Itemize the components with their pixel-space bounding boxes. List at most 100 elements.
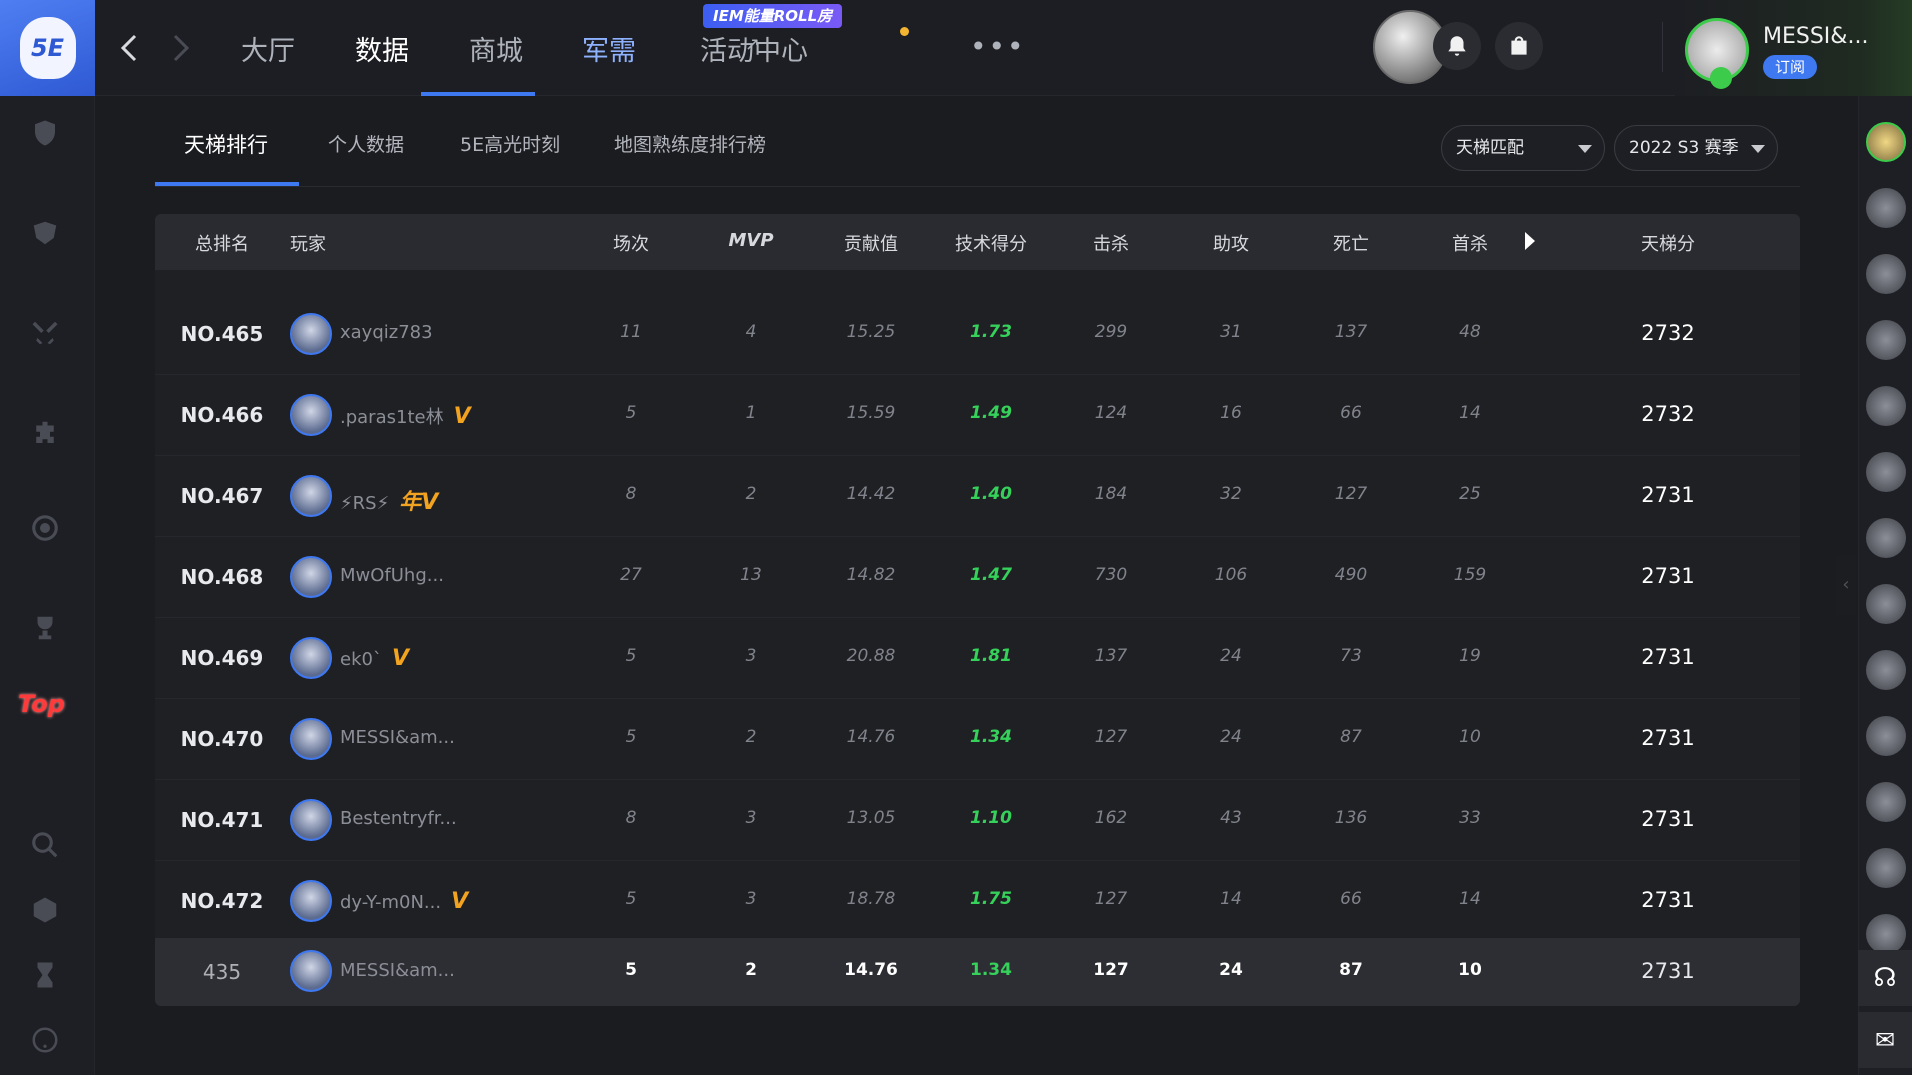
player-avatar[interactable] <box>290 313 332 355</box>
self-row[interactable]: 435 MESSI&am... 5 2 14.76 1.34 127 24 87 10 2731 <box>155 938 1800 1006</box>
mode-dropdown[interactable]: 天梯匹配 <box>1441 125 1605 171</box>
table-row[interactable]: NO.466 .paras1te林 V 5 1 15.59 1.49 124 16 66 14 273… <box>155 375 1800 456</box>
nav-supplies[interactable]: 军需 <box>582 29 636 68</box>
header-tech-score[interactable]: 技术得分 <box>955 230 1027 256</box>
player-name-cell[interactable]: ⚡RS⚡ 年V <box>340 484 438 516</box>
logo-mark: 5E <box>19 17 76 79</box>
friend-avatar[interactable] <box>1866 914 1906 954</box>
matches-cell: 5 <box>625 403 637 423</box>
chat-icon[interactable]: ✉ <box>1858 1012 1912 1068</box>
table-row[interactable]: NO.470 MESSI&am... 5 2 14.76 1.34 127 24 87 10 273… <box>155 699 1800 780</box>
subscribe-button[interactable]: 订阅 <box>1763 55 1818 79</box>
bell-icon[interactable] <box>1433 22 1481 70</box>
friend-avatar[interactable] <box>1866 650 1906 690</box>
rank-cell: 435 <box>202 960 242 984</box>
player-avatar[interactable] <box>290 799 332 841</box>
nav-shop[interactable]: 商城 <box>469 29 523 68</box>
tab-highlights[interactable]: 5E高光时刻 <box>460 130 560 157</box>
table-row[interactable]: NO.467 ⚡RS⚡ 年V 8 2 14.42 1.40 184 32 127 25 2731 <box>155 456 1800 537</box>
player-avatar[interactable] <box>290 475 332 517</box>
user-avatar[interactable] <box>1685 18 1749 89</box>
contribution-cell: 15.59 <box>846 403 896 423</box>
user-profile-area[interactable]: MESSI&... 订阅 — ✕ <box>1675 0 1912 96</box>
table-row[interactable]: NO.468 MwOfUhg... 27 13 14.82 1.47 730 106 490 15… <box>155 537 1800 618</box>
player-avatar[interactable] <box>290 556 332 598</box>
player-avatar[interactable] <box>290 394 332 436</box>
collapse-sidebar-icon[interactable]: ‹ <box>1836 555 1856 615</box>
player-name-cell[interactable]: xayqiz783 <box>340 322 433 343</box>
player-name: dy-Y-m0N... <box>340 892 442 913</box>
bag-icon[interactable] <box>1495 22 1543 70</box>
first_kills-cell: 14 <box>1459 889 1481 909</box>
tab-map-ranking[interactable]: 地图熟练度排行榜 <box>614 130 766 157</box>
help-icon[interactable] <box>22 1017 68 1063</box>
promo-badge[interactable]: IEM能量ROLL房 <box>703 4 843 28</box>
friend-avatar[interactable] <box>1866 452 1906 492</box>
tab-personal-data[interactable]: 个人数据 <box>328 130 404 157</box>
header-deaths[interactable]: 死亡 <box>1333 230 1369 256</box>
shield-icon[interactable] <box>22 110 68 156</box>
contribution-cell: 14.76 <box>846 727 896 747</box>
mvp-cell: 2 <box>745 727 757 747</box>
player-name-cell[interactable]: MwOfUhg... <box>340 565 444 586</box>
table-row[interactable]: NO.472 dy-Y-m0N... V 5 3 18.78 1.75 127 14 66 14 27… <box>155 861 1800 942</box>
friend-avatar[interactable] <box>1866 386 1906 426</box>
friend-avatar[interactable] <box>1866 254 1906 294</box>
player-name-cell[interactable]: Bestentryfr... <box>340 808 457 829</box>
trophy-icon[interactable] <box>22 605 68 651</box>
player-avatar[interactable] <box>290 637 332 679</box>
friend-avatar[interactable] <box>1866 122 1906 162</box>
season-dropdown[interactable]: 2022 S3 赛季 <box>1614 125 1778 171</box>
puzzle-icon[interactable] <box>22 410 68 456</box>
top-ranking-logo[interactable]: Top <box>18 690 74 720</box>
player-name: MESSI&am... <box>340 960 455 981</box>
target-icon[interactable] <box>22 505 68 551</box>
app-logo[interactable]: 5E <box>0 0 95 96</box>
header-kills[interactable]: 击杀 <box>1093 230 1129 256</box>
header-ladder-score[interactable]: 天梯分 <box>1641 230 1695 256</box>
nav-data[interactable]: 数据 <box>355 29 409 68</box>
tab-ladder-ranking[interactable]: 天梯排行 <box>184 129 268 159</box>
player-name-cell[interactable]: MESSI&am... <box>340 960 455 981</box>
headset-icon[interactable]: ☊ <box>1858 950 1912 1006</box>
friend-avatar[interactable] <box>1866 716 1906 756</box>
score-cell: 2731 <box>1641 645 1695 669</box>
player-name-cell[interactable]: MESSI&am... <box>340 727 455 748</box>
cube-icon[interactable] <box>22 887 68 933</box>
forward-arrow-icon[interactable] <box>165 30 195 66</box>
matches-cell: 5 <box>625 960 637 980</box>
nav-active-indicator <box>421 92 535 96</box>
player-avatar[interactable] <box>290 950 332 992</box>
team-icon[interactable] <box>22 210 68 256</box>
table-row[interactable]: NO.469 ek0` V 5 3 20.88 1.81 137 24 73 19 2731 <box>155 618 1800 699</box>
hourglass-icon[interactable] <box>22 952 68 998</box>
player-avatar[interactable] <box>290 880 332 922</box>
player-name-cell[interactable]: ek0` V <box>340 646 409 671</box>
table-row[interactable]: NO.471 Bestentryfr... 8 3 13.05 1.10 162 43 136 3… <box>155 780 1800 861</box>
friend-avatar[interactable] <box>1866 782 1906 822</box>
header-mvp[interactable]: MVP <box>728 230 773 251</box>
header-assists[interactable]: 助攻 <box>1213 230 1249 256</box>
search-icon[interactable] <box>22 822 68 868</box>
more-menu-button[interactable]: ••• <box>970 30 1026 63</box>
friend-avatar[interactable] <box>1866 320 1906 360</box>
nav-events[interactable]: 活动中心 <box>700 29 808 68</box>
swords-icon[interactable] <box>22 310 68 356</box>
friend-avatar[interactable] <box>1866 848 1906 888</box>
friend-avatar[interactable] <box>1866 584 1906 624</box>
header-first-kills[interactable]: 首杀 <box>1452 230 1488 256</box>
header-contribution[interactable]: 贡献值 <box>844 230 898 256</box>
mvp-cell: 2 <box>745 960 757 980</box>
back-arrow-icon[interactable] <box>115 30 145 66</box>
nav-lobby[interactable]: 大厅 <box>241 29 295 68</box>
friend-avatar[interactable] <box>1866 188 1906 228</box>
rank-cell: NO.465 <box>180 322 264 346</box>
table-row[interactable]: NO.465 xayqiz783 11 4 15.25 1.73 299 31 137 48 273… <box>155 294 1800 375</box>
scroll-columns-arrow-icon[interactable] <box>1525 232 1535 250</box>
top-bar: 大厅 数据 商城 军需 ↗ 活动中心 IEM能量ROLL房 ••• MESSI&… <box>95 0 1912 96</box>
player-name-cell[interactable]: dy-Y-m0N... V <box>340 889 468 914</box>
player-name-cell[interactable]: .paras1te林 V <box>340 403 471 429</box>
header-matches[interactable]: 场次 <box>613 230 649 256</box>
friend-avatar[interactable] <box>1866 518 1906 558</box>
player-avatar[interactable] <box>290 718 332 760</box>
